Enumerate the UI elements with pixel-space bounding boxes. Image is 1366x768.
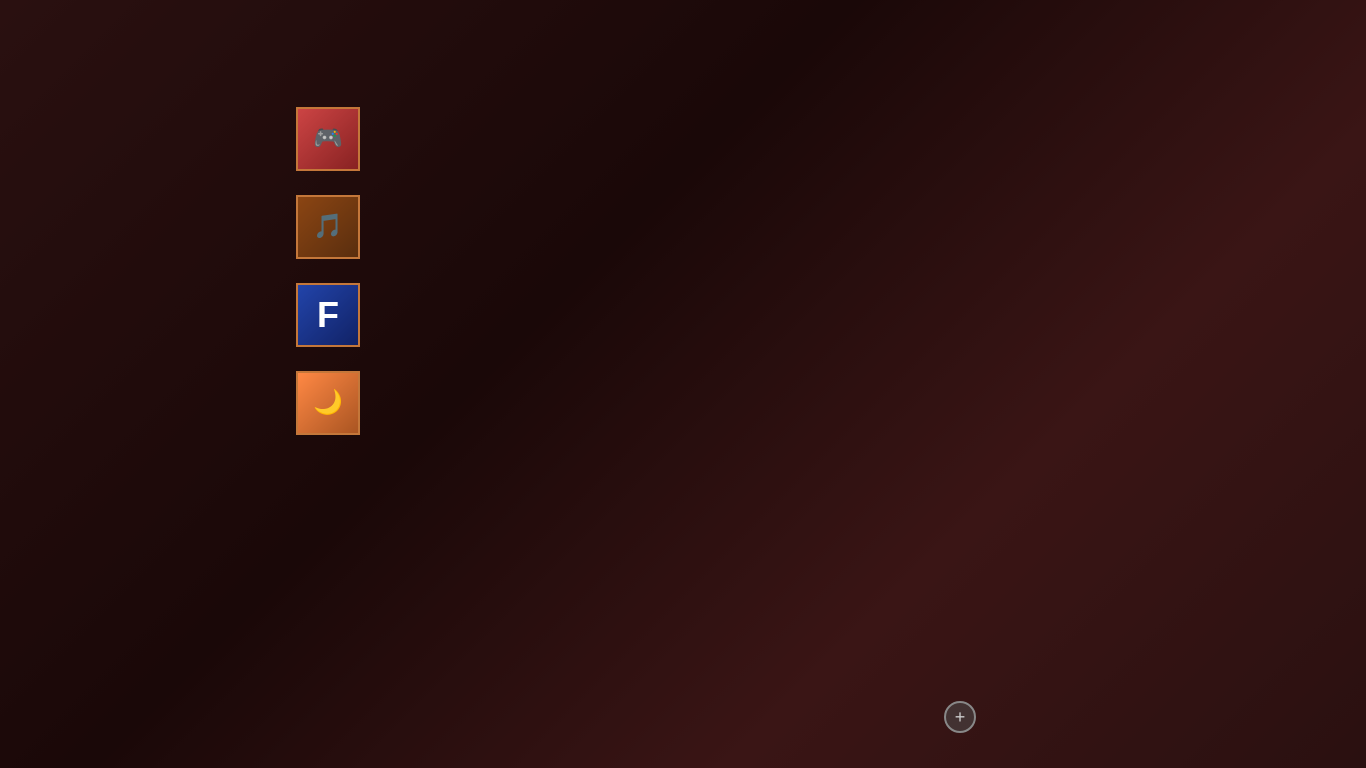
room-thumbnail: 🎮 xyxy=(296,107,360,171)
add-friend-button[interactable]: + xyxy=(944,701,976,733)
room-thumbnail: 🎵 xyxy=(296,195,360,259)
room-thumbnail: F xyxy=(296,283,360,347)
room-thumbnail: 🌙 xyxy=(296,371,360,435)
